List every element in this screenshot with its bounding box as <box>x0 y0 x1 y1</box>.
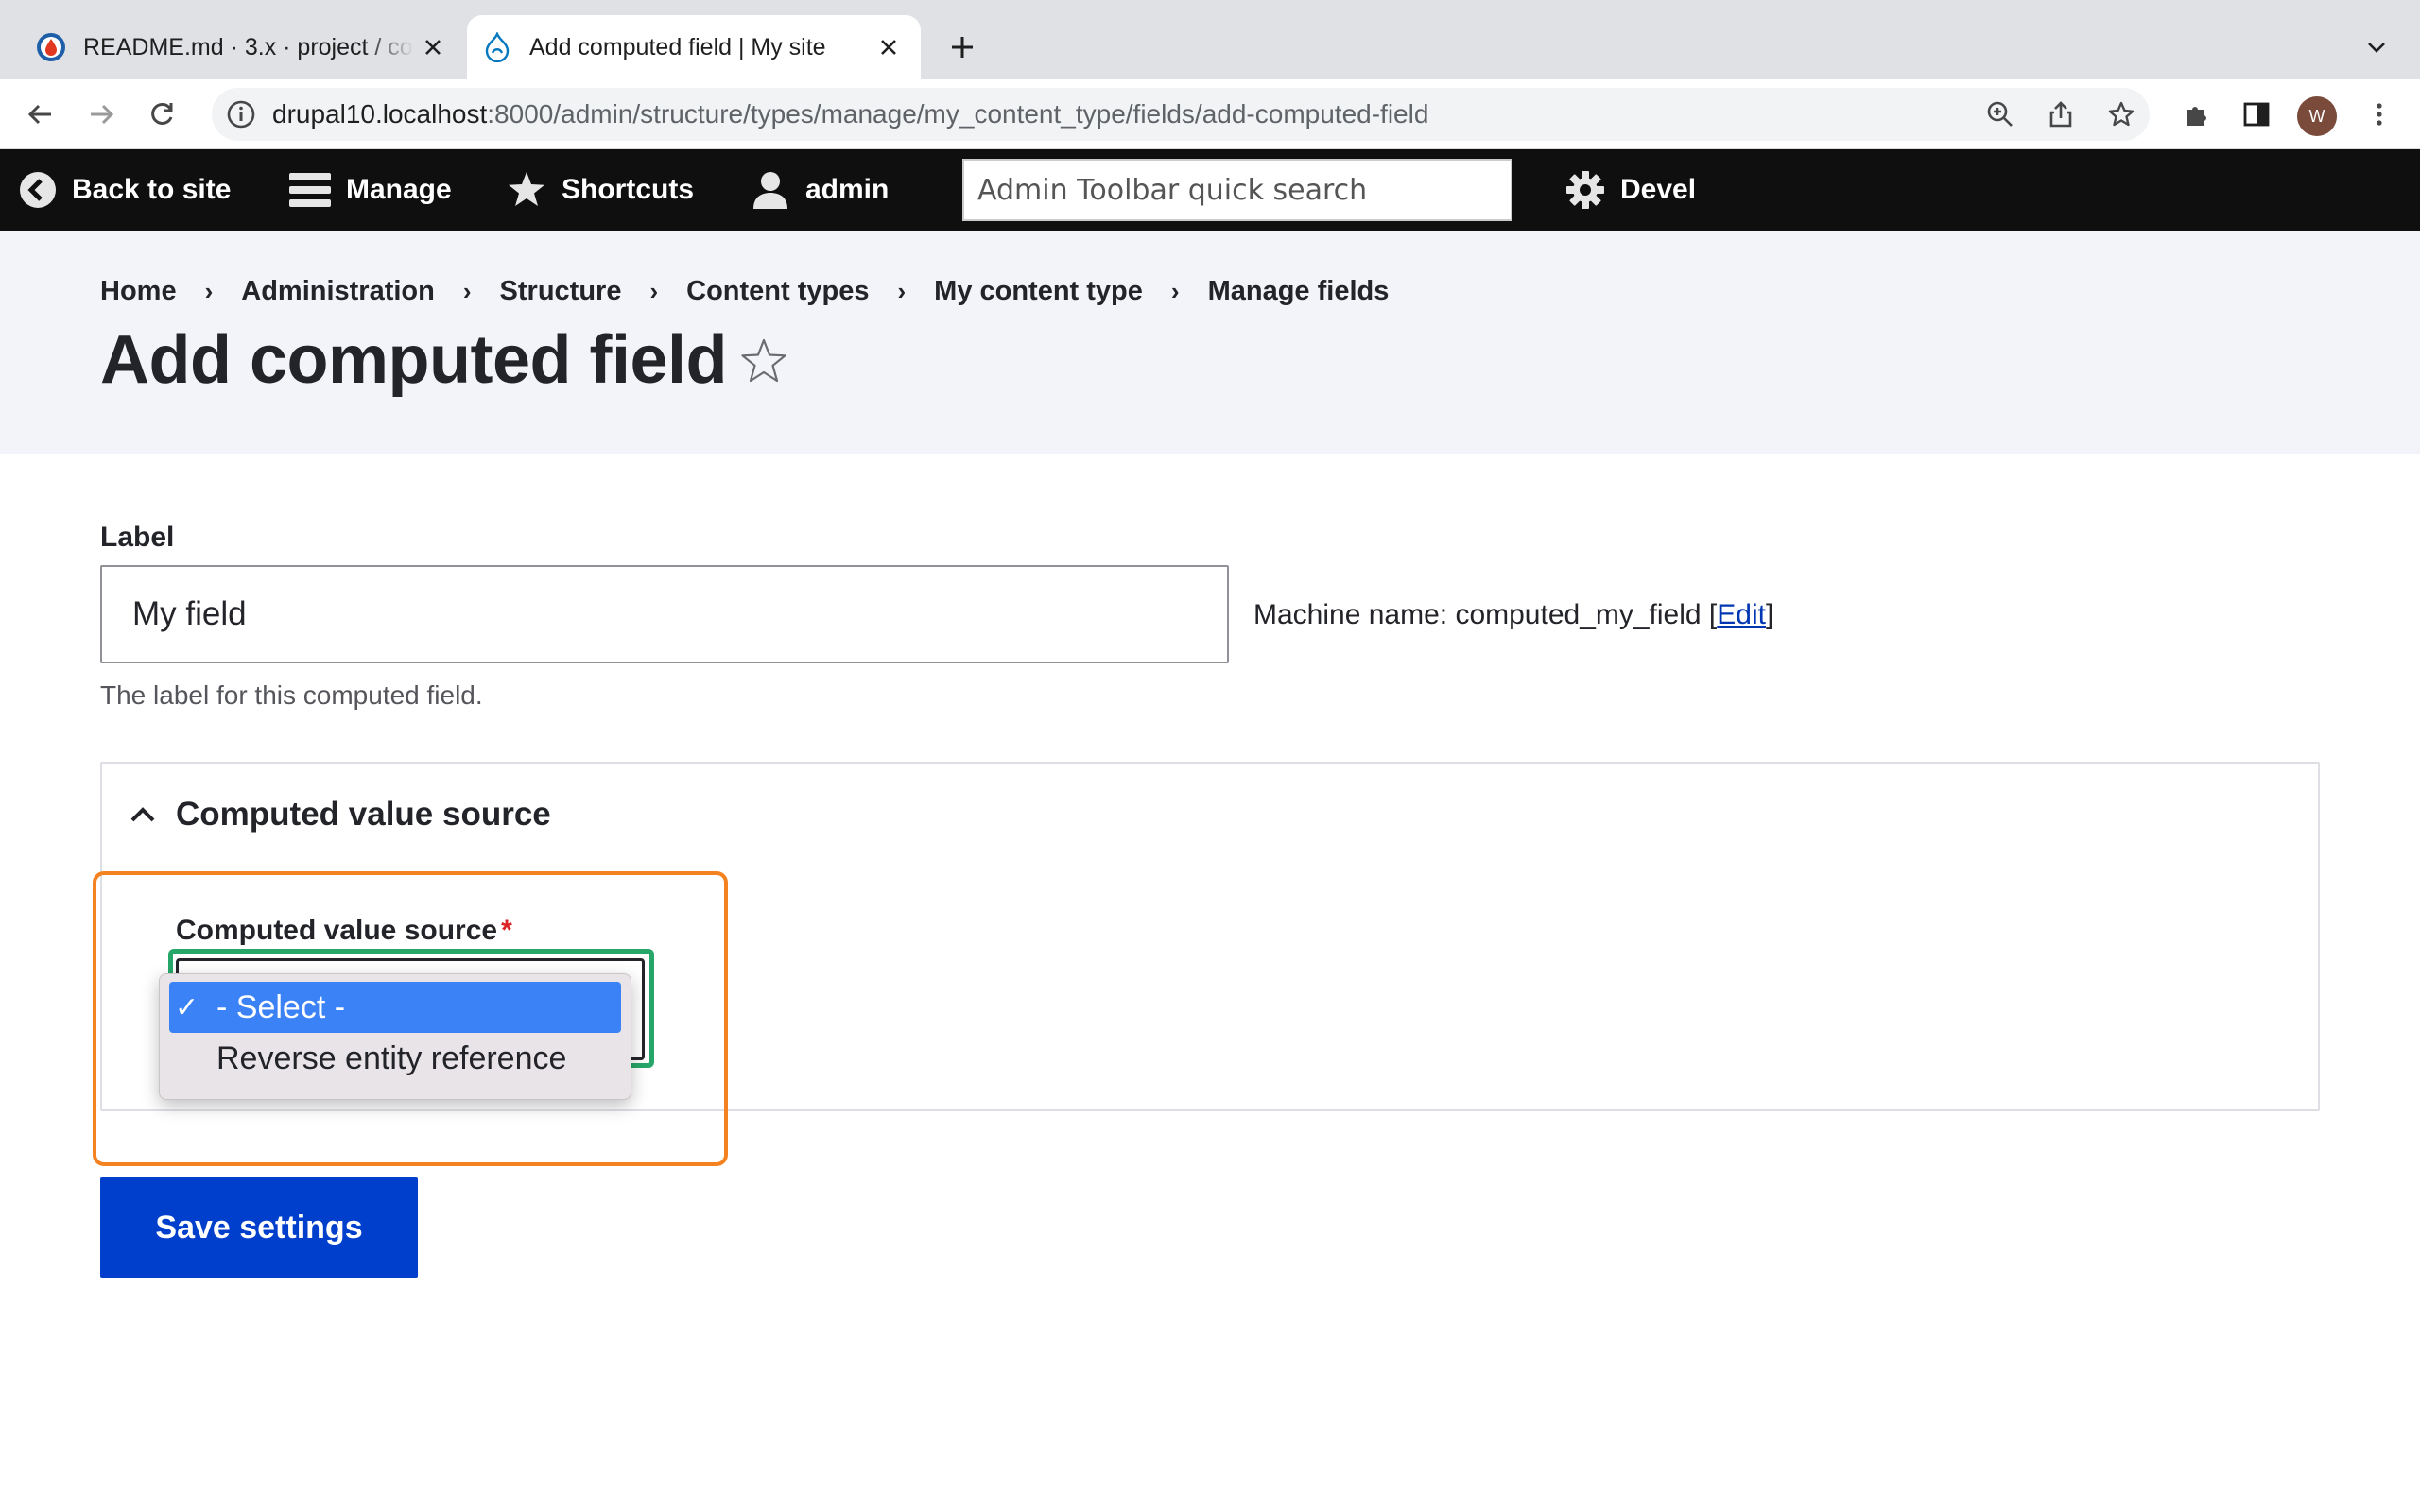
chevron-up-icon <box>130 807 155 822</box>
machine-name-close: ] <box>1765 599 1774 630</box>
select-label: Computed value source * <box>176 915 512 947</box>
checkmark-icon: ✓ <box>175 992 199 1023</box>
plus-icon <box>952 37 973 58</box>
breadcrumb-administration[interactable]: Administration <box>241 276 435 307</box>
chevron-right-icon: › <box>897 277 907 305</box>
zoom-icon[interactable] <box>1979 94 2021 135</box>
site-info-icon[interactable] <box>225 98 257 130</box>
hamburger-icon <box>289 173 331 207</box>
option-label: Reverse entity reference <box>216 1040 567 1076</box>
chevron-right-icon: › <box>649 277 659 305</box>
required-marker: * <box>501 915 512 946</box>
admin-toolbar: Back to site Manage Shortcuts admin Admi… <box>0 149 2420 231</box>
details-summary[interactable]: Computed value source <box>129 796 551 833</box>
star-icon <box>509 172 544 206</box>
browser-tab-active[interactable]: Add computed field | My site <box>467 15 921 79</box>
profile-avatar[interactable]: W <box>2297 96 2337 136</box>
label-input[interactable] <box>100 565 1229 663</box>
side-panel-icon[interactable] <box>2235 93 2278 136</box>
machine-name-text: Machine name: computed_my_field [ <box>1253 599 1718 630</box>
save-settings-button[interactable]: Save settings <box>100 1177 418 1278</box>
close-icon[interactable] <box>414 28 452 66</box>
chevron-right-icon: › <box>204 277 214 305</box>
new-tab-button[interactable] <box>943 28 981 66</box>
forward-button[interactable] <box>79 93 123 136</box>
manage-label: Manage <box>346 174 452 205</box>
machine-name-edit-link[interactable]: Edit <box>1717 599 1766 630</box>
breadcrumb-content-types[interactable]: Content types <box>686 276 869 307</box>
tab-search-button[interactable] <box>2358 28 2395 66</box>
label-field-title: Label <box>100 522 175 553</box>
tab-title: README.md · 3.x · project / computed_fie… <box>83 33 414 60</box>
back-to-site-label: Back to site <box>72 174 232 205</box>
user-tab[interactable]: admin <box>751 149 889 231</box>
arrow-right-icon <box>91 104 114 125</box>
reload-icon <box>151 102 173 125</box>
arrow-left-icon <box>27 104 51 125</box>
address-bar[interactable]: drupal10.localhost:8000/admin/structure/… <box>212 88 2150 141</box>
kebab-menu-icon[interactable] <box>2358 93 2401 136</box>
chevron-down-icon <box>2368 43 2385 53</box>
select-option-none[interactable]: ✓ - Select - <box>169 982 621 1033</box>
browser-tabstrip: README.md · 3.x · project / computed_fie… <box>0 0 2420 79</box>
chevron-right-icon: › <box>462 277 472 305</box>
details-summary-label: Computed value source <box>176 796 551 833</box>
select-label-text: Computed value source <box>176 915 498 946</box>
back-button[interactable] <box>19 93 62 136</box>
breadcrumb: Home › Administration › Structure › Cont… <box>100 276 1389 307</box>
close-icon[interactable] <box>870 28 908 66</box>
back-to-site-link[interactable]: Back to site <box>19 149 231 231</box>
gear-icon <box>1566 171 1604 209</box>
devel-tab[interactable]: Devel <box>1565 149 1696 231</box>
drupal-icon <box>485 32 510 62</box>
user-label: admin <box>805 174 890 205</box>
url-text: drupal10.localhost:8000/admin/structure/… <box>272 99 1429 129</box>
bookmark-star-icon[interactable] <box>2100 94 2142 135</box>
user-icon <box>753 172 787 209</box>
chevron-right-icon: › <box>1170 277 1180 305</box>
breadcrumb-my-content-type[interactable]: My content type <box>934 276 1143 307</box>
browser-toolbar: drupal10.localhost:8000/admin/structure/… <box>0 79 2420 149</box>
tab-title: Add computed field | My site <box>529 33 826 60</box>
label-description: The label for this computed field. <box>100 680 483 710</box>
shortcuts-tab[interactable]: Shortcuts <box>507 149 694 231</box>
machine-name: Machine name: computed_my_field [Edit] <box>1253 599 1773 631</box>
option-label: - Select - <box>216 988 346 1025</box>
devel-label: Devel <box>1620 174 1697 205</box>
admin-quick-search-input[interactable] <box>962 159 1512 221</box>
breadcrumb-manage-fields[interactable]: Manage fields <box>1208 276 1390 307</box>
manage-tab[interactable]: Manage <box>289 149 452 231</box>
select-dropdown-list: ✓ - Select - Reverse entity reference <box>159 973 631 1100</box>
star-outline-icon <box>741 338 786 383</box>
add-shortcut-button[interactable] <box>735 333 792 389</box>
back-circle-icon <box>20 172 56 208</box>
page-header-region: Home › Administration › Structure › Cont… <box>0 231 2420 454</box>
breadcrumb-home[interactable]: Home <box>100 276 177 307</box>
extensions-icon[interactable] <box>2174 93 2218 136</box>
gitlab-icon <box>37 33 65 61</box>
reload-button[interactable] <box>140 93 183 136</box>
breadcrumb-structure[interactable]: Structure <box>500 276 622 307</box>
page-title: Add computed field <box>100 322 727 398</box>
shortcuts-label: Shortcuts <box>562 174 695 205</box>
select-option-reverse-entity-reference[interactable]: Reverse entity reference <box>169 1033 621 1084</box>
browser-tab-readme[interactable]: README.md · 3.x · project / computed_fie… <box>21 15 465 79</box>
share-icon[interactable] <box>2040 94 2082 135</box>
